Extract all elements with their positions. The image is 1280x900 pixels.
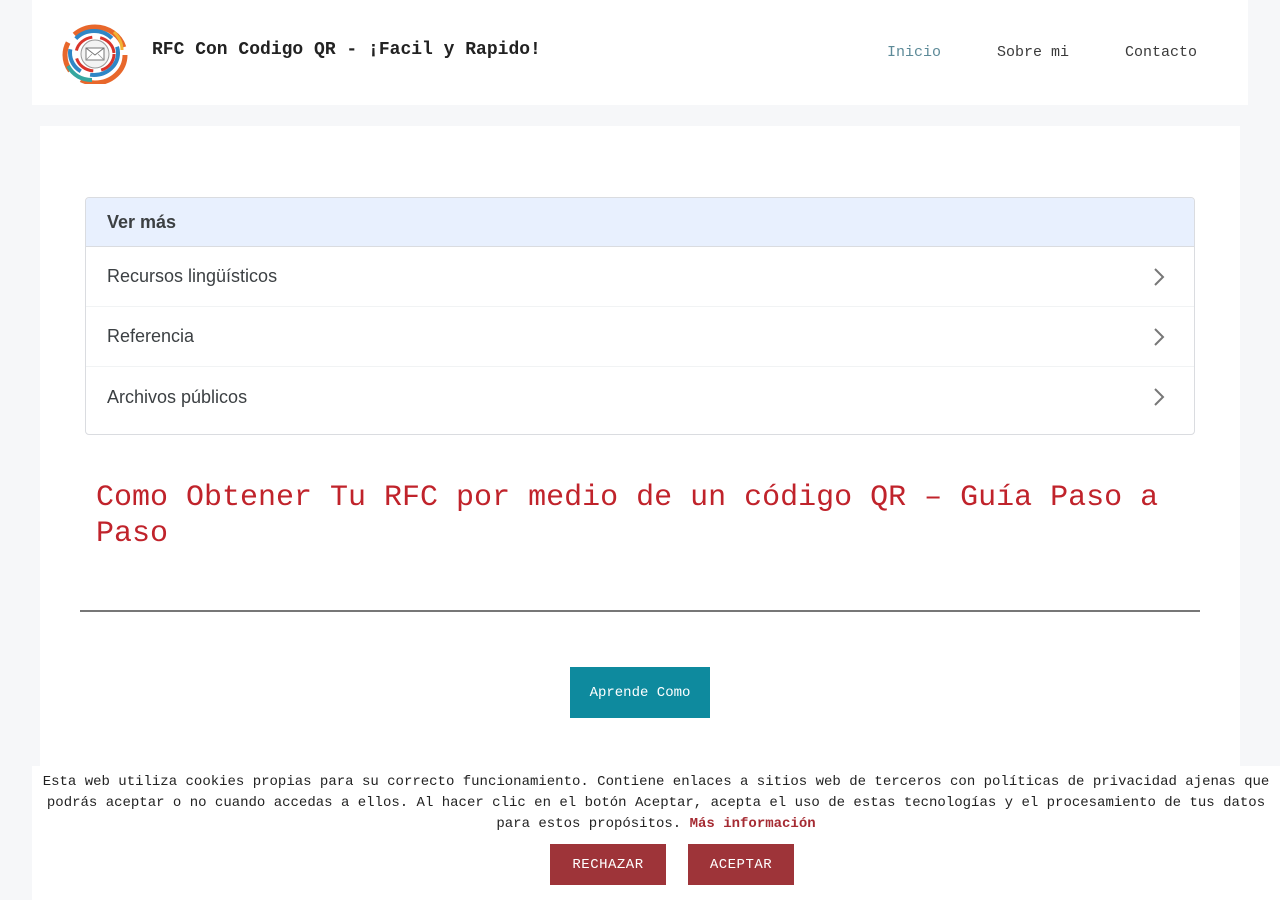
nav-item-inicio[interactable]: Inicio	[859, 44, 969, 61]
site-logo-icon[interactable]	[62, 22, 128, 86]
nav-item-sobre-mi[interactable]: Sobre mi	[969, 44, 1097, 61]
aprende-como-button[interactable]: Aprende Como	[570, 667, 710, 718]
see-more-item-label: Referencia	[107, 326, 195, 346]
cookie-banner: Esta web utiliza cookies propias para su…	[32, 766, 1280, 900]
site-header: RFC Con Codigo QR - ¡Facil y Rapido! Ini…	[32, 0, 1248, 105]
see-more-item-referencia[interactable]: Referencia	[86, 307, 1194, 367]
see-more-item-label: Archivos públicos	[107, 386, 248, 407]
main-nav: Inicio Sobre mi Contacto	[859, 0, 1248, 105]
chevron-right-icon	[1154, 327, 1165, 346]
nav-item-contacto[interactable]: Contacto	[1097, 44, 1248, 61]
chevron-right-icon	[1154, 388, 1165, 406]
article-title: Como Obtener Tu RFC por medio de un códi…	[96, 481, 1159, 551]
cookie-notice: Esta web utiliza cookies propias para su…	[32, 772, 1280, 838]
more-info-link[interactable]: Más información	[690, 816, 816, 832]
cookie-notice-text: Esta web utiliza cookies propias para su…	[42, 774, 1270, 832]
see-more-panel: Ver más Recursos lingüísticos Referencia…	[85, 197, 1195, 435]
see-more-item-archivos[interactable]: Archivos públicos	[86, 367, 1194, 427]
site-title[interactable]: RFC Con Codigo QR - ¡Facil y Rapido!	[152, 40, 541, 60]
see-more-heading: Ver más	[86, 198, 1194, 247]
chevron-right-icon	[1154, 267, 1165, 286]
reject-cookies-button[interactable]: RECHAZAR	[550, 844, 666, 885]
section-divider	[80, 610, 1200, 612]
accept-cookies-button[interactable]: ACEPTAR	[688, 844, 794, 885]
see-more-item-label: Recursos lingüísticos	[107, 266, 278, 286]
see-more-item-recursos[interactable]: Recursos lingüísticos	[86, 247, 1194, 307]
